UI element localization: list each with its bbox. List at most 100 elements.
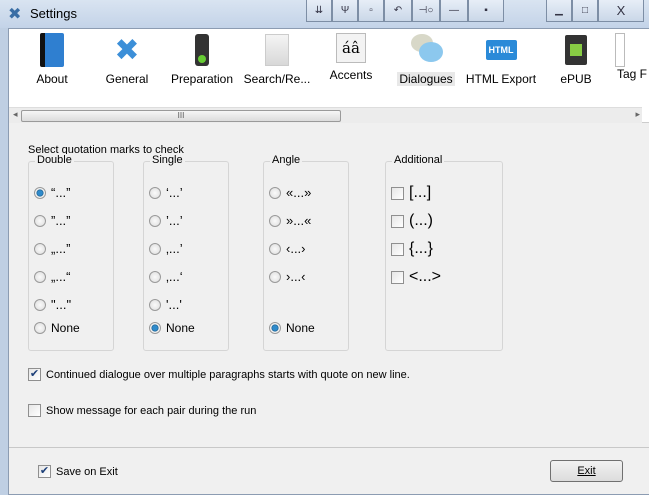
additional-option-braces[interactable]: {...} [391, 240, 433, 258]
speech-bubbles-icon [409, 33, 443, 67]
double-option-none[interactable]: None [34, 321, 80, 335]
tag-icon [615, 33, 625, 67]
single-option-5[interactable]: '...' [149, 297, 182, 312]
angle-option-3[interactable]: ‹...› [269, 241, 306, 256]
option-label: „...“ [51, 269, 71, 284]
checkbox[interactable]: ✔ [38, 465, 51, 478]
extra-button-2[interactable]: Ψ [332, 0, 358, 22]
close-button[interactable]: X [598, 0, 644, 22]
toolbar-label: Tag F [617, 67, 648, 81]
additional-group: Additional [...] (...) {...} <...> [385, 154, 503, 351]
radio-button[interactable] [34, 322, 46, 334]
checkbox[interactable] [391, 242, 404, 256]
radio-button[interactable] [34, 186, 46, 199]
double-option-3[interactable]: „...” [34, 241, 71, 256]
angle-option-1[interactable]: «...» [269, 185, 311, 200]
toolbar-item-general[interactable]: ✖ General [87, 33, 167, 87]
epub-icon [559, 33, 593, 67]
undo-icon[interactable]: ↶ [384, 0, 412, 22]
radio-button[interactable] [149, 214, 161, 227]
footer-divider [9, 447, 649, 448]
option-label: „...” [51, 241, 71, 256]
double-option-4[interactable]: „...“ [34, 269, 71, 284]
single-option-2[interactable]: ’...’ [149, 213, 183, 228]
radio-button[interactable] [269, 214, 281, 227]
double-option-1[interactable]: “...” [34, 185, 71, 200]
settings-app-icon: ✖ [8, 6, 22, 23]
extra-button-7[interactable]: ▪ [468, 0, 504, 22]
angle-option-none[interactable]: None [269, 321, 315, 335]
scrollbar-thumb[interactable]: III [21, 110, 341, 122]
toolbar-item-search-replace[interactable]: Search/Re... [237, 33, 317, 86]
angle-option-4[interactable]: ›...‹ [269, 269, 306, 284]
checkbox[interactable]: ✔ [28, 368, 41, 381]
toolbar-item-dialogues[interactable]: Dialogues [386, 33, 466, 86]
option-label: ‚...‘ [166, 269, 183, 284]
radio-button[interactable] [269, 242, 281, 255]
group-label: Double [35, 154, 74, 166]
continued-dialogue-option[interactable]: ✔ Continued dialogue over multiple paragr… [28, 368, 410, 381]
option-label: ‚...’ [166, 241, 183, 256]
radio-button[interactable] [34, 270, 46, 283]
radio-button[interactable] [149, 322, 161, 334]
checkbox[interactable] [391, 270, 404, 284]
single-group: Single ‘...’ ’...’ ‚...’ ‚...‘ '...' Non… [143, 154, 229, 351]
option-label: ›...‹ [286, 269, 306, 284]
option-label: Save on Exit [56, 465, 118, 478]
title-bar: ✖ Settings ⇊ Ψ ▫ ↶ ⊣○ — ▪ ▁ □ X [0, 0, 649, 28]
maximize-button[interactable]: □ [572, 0, 598, 22]
minimize-button[interactable]: ▁ [546, 0, 572, 22]
accents-icon: áâ [336, 33, 366, 63]
radio-button[interactable] [149, 298, 161, 311]
extra-button-6[interactable]: — [440, 0, 468, 22]
extra-button-1[interactable]: ⇊ [306, 0, 332, 22]
toolbar-label: About [36, 72, 68, 86]
toolbar-item-about[interactable]: About [12, 33, 92, 86]
radio-button[interactable] [149, 242, 161, 255]
toolbar-label: HTML Export [465, 72, 537, 86]
checkbox[interactable] [391, 186, 404, 200]
toolbar-item-accents[interactable]: áâ Accents [311, 33, 391, 82]
html-glyph: HTML [485, 40, 517, 60]
double-group: Double “...” ”...” „...” „...“ "..." Non… [28, 154, 114, 351]
toolbar-item-tag[interactable]: Tag F [599, 33, 649, 81]
radio-button[interactable] [269, 322, 281, 334]
extra-button-3[interactable]: ▫ [358, 0, 384, 22]
radio-button[interactable] [149, 186, 161, 199]
double-option-5[interactable]: "..." [34, 297, 71, 312]
additional-option-angle-brackets[interactable]: <...> [391, 268, 441, 286]
radio-button[interactable] [269, 270, 281, 283]
option-label: ”...” [51, 213, 71, 228]
option-label: ’...’ [166, 213, 183, 228]
checkbox[interactable] [391, 214, 404, 228]
single-option-none[interactable]: None [149, 321, 195, 335]
save-on-exit-option[interactable]: ✔ Save on Exit [38, 465, 118, 478]
single-option-3[interactable]: ‚...’ [149, 241, 183, 256]
scroll-right-icon[interactable]: ▸ [635, 109, 640, 120]
toolbar-label: ePUB [560, 72, 592, 86]
angle-group: Angle «...» »...« ‹...› ›...‹ None [263, 154, 349, 351]
radio-button[interactable] [269, 186, 281, 199]
radio-button[interactable] [34, 242, 46, 255]
additional-option-brackets[interactable]: [...] [391, 184, 431, 202]
pin-icon[interactable]: ⊣○ [412, 0, 440, 22]
toolbar-item-preparation[interactable]: Preparation [162, 33, 242, 86]
checkbox[interactable] [28, 404, 41, 417]
toolbar-scrollbar[interactable]: ◂ III ▸ [9, 107, 642, 123]
angle-option-2[interactable]: »...« [269, 213, 311, 228]
group-label: Additional [392, 154, 445, 166]
radio-button[interactable] [34, 214, 46, 227]
show-message-option[interactable]: Show message for each pair during the ru… [28, 404, 256, 417]
toolbar-label: Accents [329, 68, 373, 82]
single-option-4[interactable]: ‚...‘ [149, 269, 183, 284]
additional-option-parentheses[interactable]: (...) [391, 212, 433, 230]
single-option-1[interactable]: ‘...’ [149, 185, 183, 200]
exit-button[interactable]: Exit [550, 460, 623, 482]
scroll-left-icon[interactable]: ◂ [13, 109, 18, 120]
option-label: <...> [409, 268, 442, 285]
toolbar-item-html-export[interactable]: HTML HTML Export [461, 33, 541, 86]
group-label: Angle [270, 154, 303, 166]
radio-button[interactable] [149, 270, 161, 283]
double-option-2[interactable]: ”...” [34, 213, 71, 228]
radio-button[interactable] [34, 298, 46, 311]
